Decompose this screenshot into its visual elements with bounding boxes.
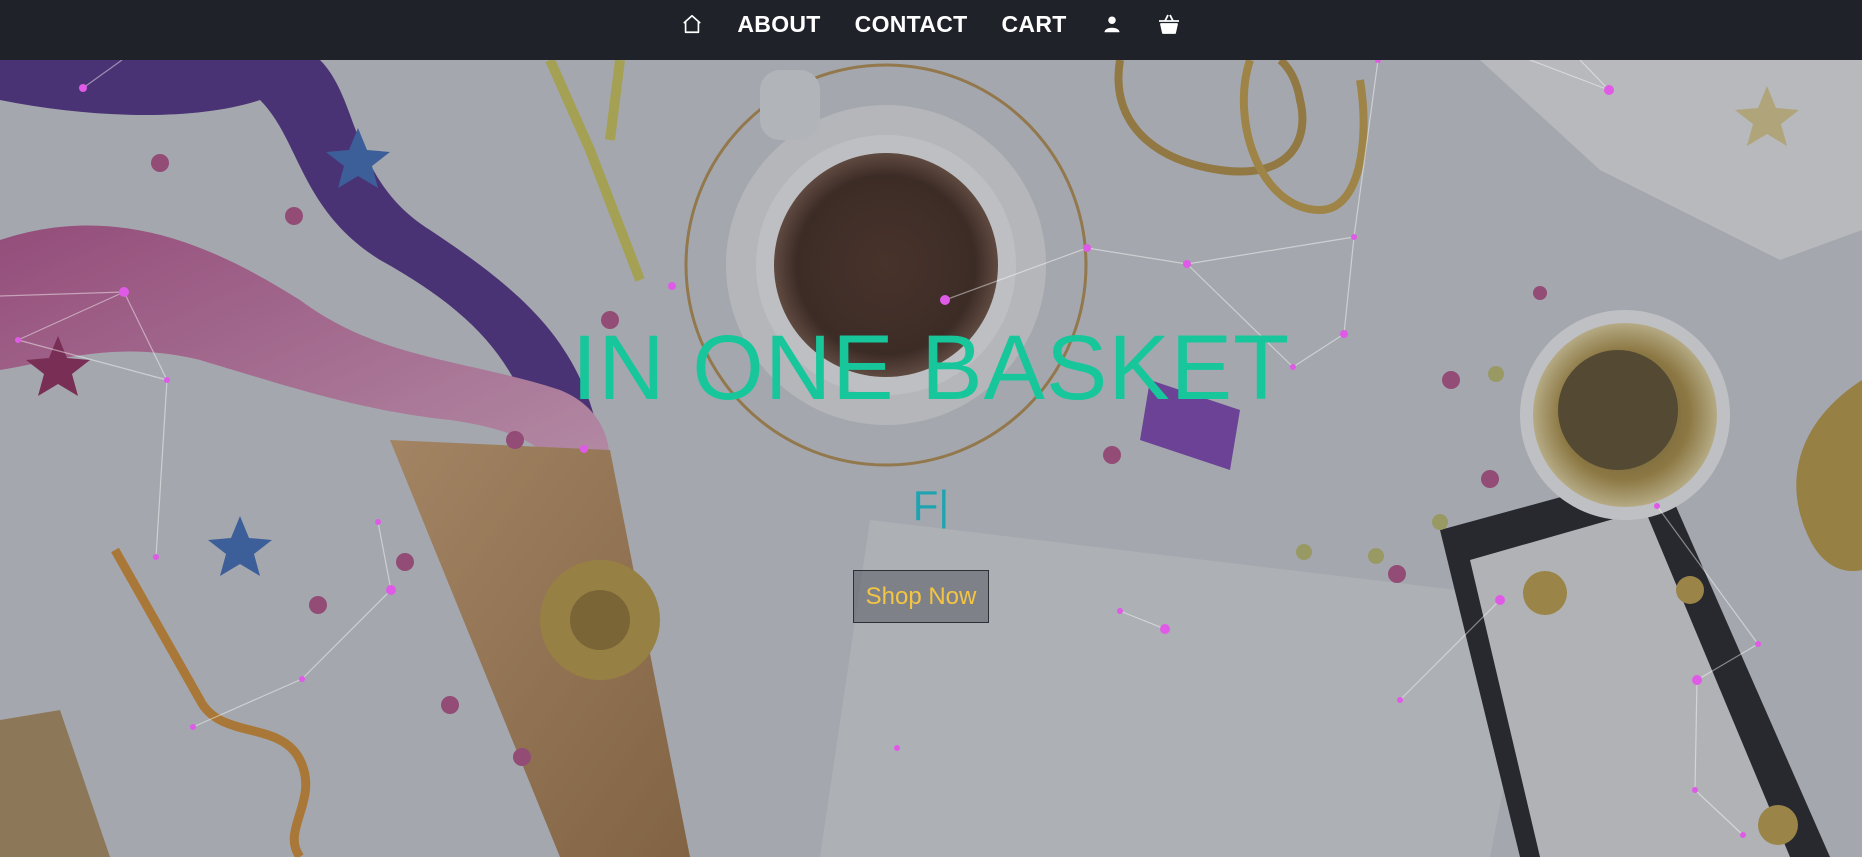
basket-icon[interactable] xyxy=(1157,12,1181,36)
nav-about-link[interactable]: ABOUT xyxy=(737,11,820,38)
nav-contact-link[interactable]: CONTACT xyxy=(855,11,968,38)
hero-typed-text: F| xyxy=(912,482,950,529)
particle-network xyxy=(0,60,1761,838)
nav-cart-link[interactable]: CART xyxy=(1002,11,1067,38)
nav-menu: ABOUT CONTACT CART xyxy=(0,0,1862,48)
hero-title: IN ONE BASKET xyxy=(571,317,1291,419)
shop-now-button[interactable]: Shop Now xyxy=(853,570,989,623)
user-icon[interactable] xyxy=(1103,15,1121,33)
home-icon[interactable] xyxy=(681,13,703,35)
hero-section: IN ONE BASKET F| Shop Now xyxy=(0,60,1862,857)
top-navbar: ABOUT CONTACT CART xyxy=(0,0,1862,60)
